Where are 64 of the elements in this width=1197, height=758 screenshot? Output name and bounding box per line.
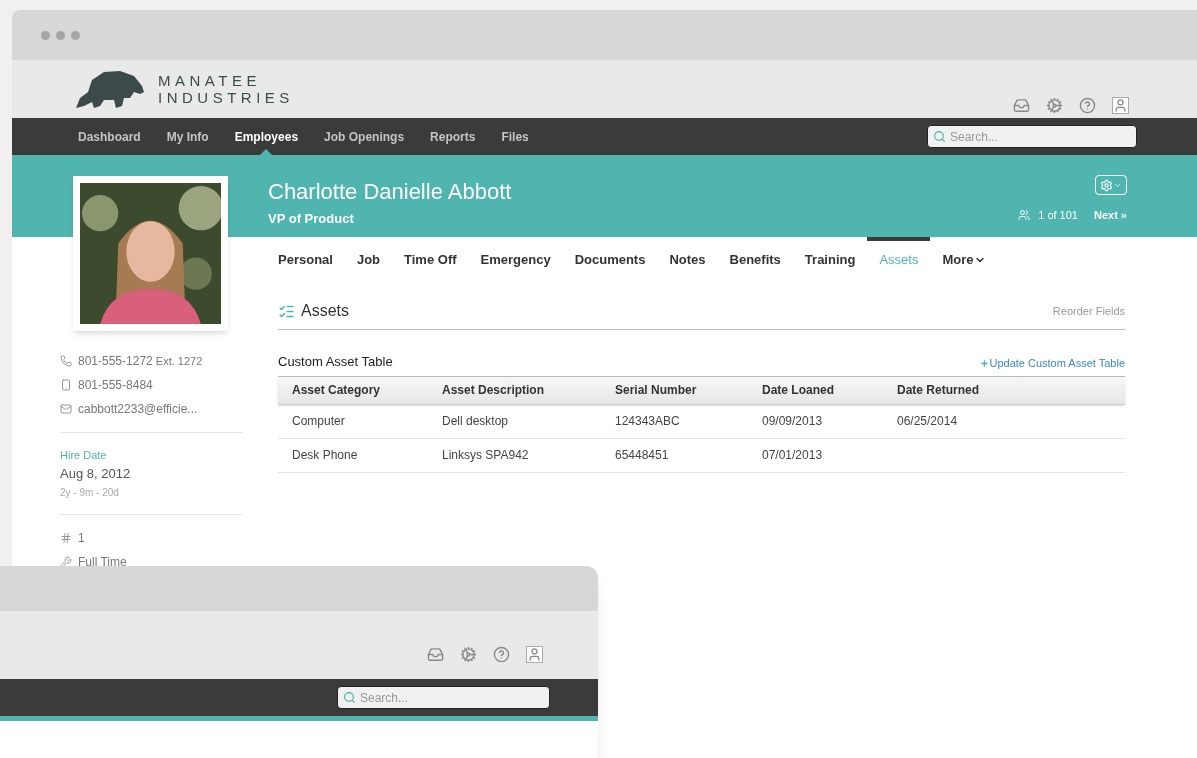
- table-cell-text: Linksys SPA942: [442, 447, 530, 464]
- phone-icon: [60, 355, 72, 367]
- search-field[interactable]: Search...: [927, 125, 1137, 148]
- search-field[interactable]: Search...: [337, 686, 550, 709]
- column-header: Asset Category: [292, 382, 382, 399]
- people-icon: [1018, 209, 1031, 222]
- help-icon[interactable]: [1079, 96, 1096, 114]
- manatee-logo-icon: [74, 68, 146, 110]
- user-icon[interactable]: [526, 646, 543, 663]
- help-icon[interactable]: [493, 646, 510, 663]
- table-title: Custom Asset Table: [278, 353, 393, 371]
- nav-link[interactable]: Files: [499, 118, 531, 155]
- tab[interactable]: Job: [344, 237, 393, 282]
- inbox-icon[interactable]: [427, 646, 444, 663]
- tab[interactable]: Personal: [266, 237, 345, 282]
- logo-text: MANATEE: [158, 73, 262, 88]
- contact-value: cabbott2233@efficie...: [78, 401, 198, 418]
- nav-link[interactable]: Dashboard: [76, 118, 143, 155]
- employee-title: VP of Product: [268, 210, 355, 228]
- table-cell-text: 65448451: [615, 447, 670, 464]
- contact-value: 801-555-8484: [78, 377, 153, 394]
- employee-position: 1 of 101: [1038, 208, 1078, 223]
- tab[interactable]: More: [930, 237, 998, 282]
- nav-link[interactable]: Reports: [428, 118, 478, 155]
- hire-date-label: Hire Date: [60, 448, 108, 463]
- column-header: Asset Description: [442, 382, 546, 399]
- search-icon: [933, 130, 946, 143]
- hash-icon: [60, 532, 72, 544]
- search-icon: [343, 691, 356, 704]
- tab[interactable]: Time Off: [392, 237, 469, 282]
- table-cell-text: 07/01/2013: [762, 447, 824, 464]
- column-header: Date Loaned: [762, 382, 835, 399]
- plus-icon: [980, 358, 990, 368]
- tab[interactable]: Notes: [657, 237, 718, 282]
- user-icon[interactable]: [1112, 96, 1129, 114]
- mail-icon: [60, 403, 72, 415]
- settings-menu-button[interactable]: [1095, 175, 1127, 195]
- tab[interactable]: Benefits: [717, 237, 793, 282]
- table-cell-text: 09/09/2013: [762, 413, 824, 430]
- nav-link[interactable]: Job Openings: [322, 118, 407, 155]
- inbox-icon[interactable]: [1013, 96, 1030, 114]
- tab[interactable]: Emergency: [468, 237, 563, 282]
- wrench-icon: [60, 556, 72, 568]
- tab[interactable]: Training: [792, 237, 868, 282]
- tab[interactable]: Documents: [562, 237, 658, 282]
- table-cell-text: 124343ABC: [615, 413, 681, 430]
- phone-icon: [60, 379, 72, 391]
- hire-date: Aug 8, 2012: [60, 464, 132, 483]
- column-header: Serial Number: [615, 382, 698, 399]
- update-table-link[interactable]: Update Custom Asset Table: [980, 355, 1125, 372]
- logo-text: INDUSTRIES: [158, 90, 294, 105]
- table-cell-text: Desk Phone: [292, 447, 359, 464]
- detail-value: Full Time: [78, 554, 127, 571]
- detail-value: 1: [78, 530, 85, 547]
- contact-value: 801-555-1272 Ext. 1272: [78, 353, 203, 370]
- nav-link[interactable]: My Info: [164, 118, 211, 155]
- table-cell-text: Computer: [292, 413, 346, 430]
- table-cell-text: 06/25/2014: [897, 413, 959, 430]
- employee-name: Charlotte Danielle Abbott: [268, 181, 512, 203]
- settings-icon: [1100, 178, 1113, 192]
- tenure: 2y - 9m - 20d: [60, 486, 120, 500]
- section-title: Assets: [301, 301, 349, 321]
- table-cell-text: Dell desktop: [442, 413, 510, 430]
- column-header: Date Returned: [897, 382, 980, 399]
